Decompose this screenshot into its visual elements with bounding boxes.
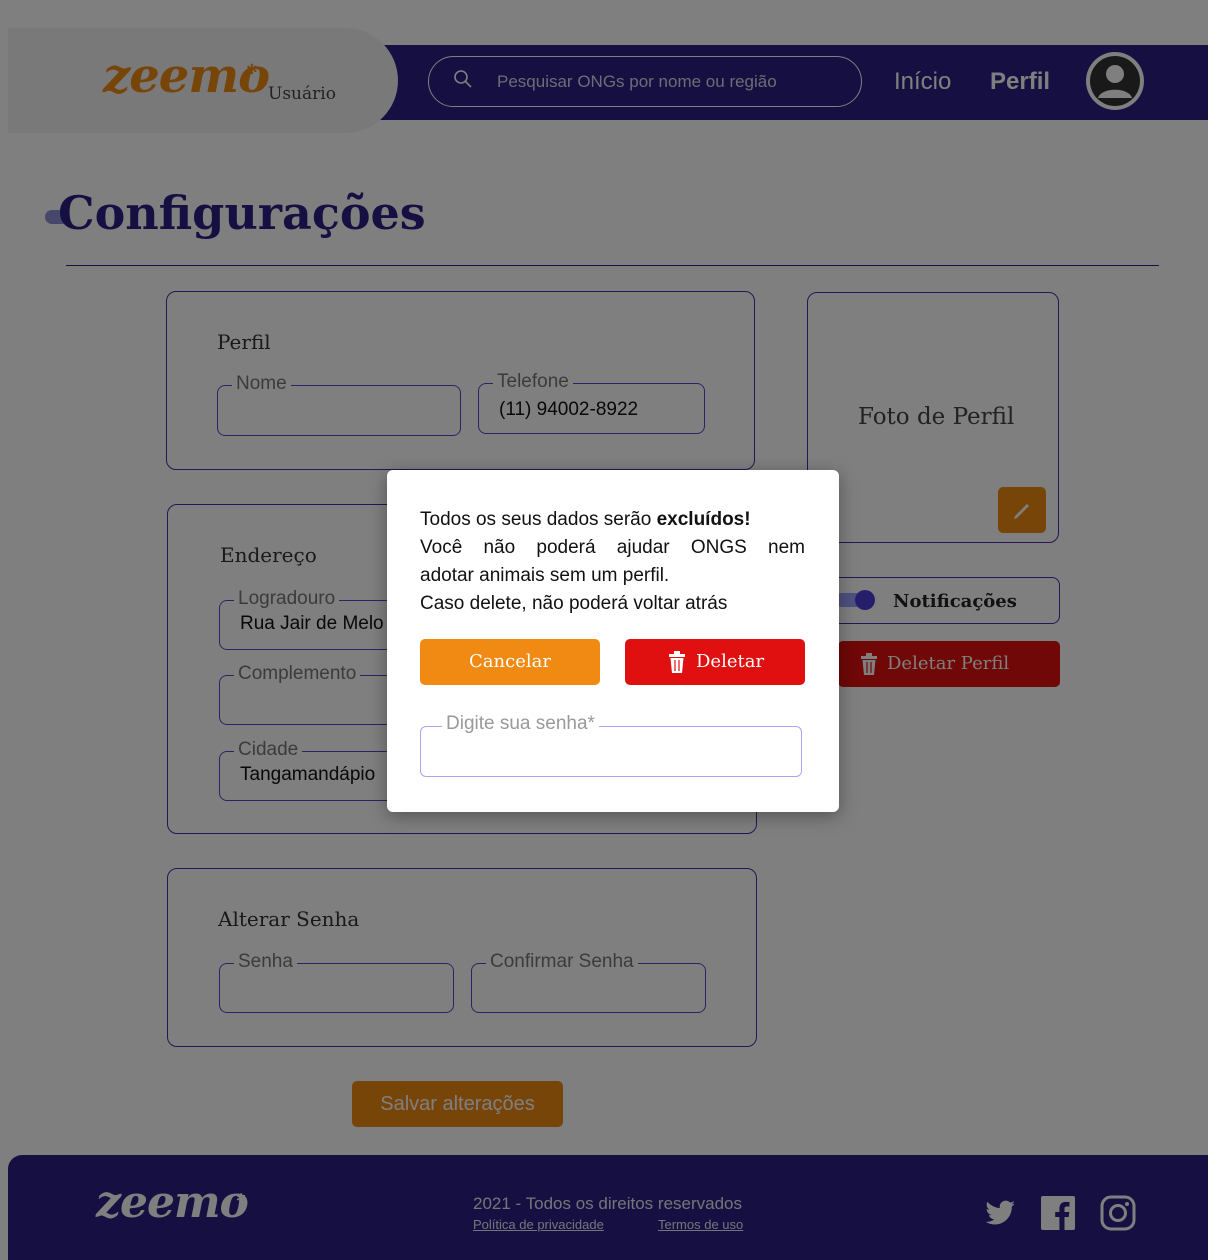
confirm-password-input[interactable]: Digite sua senha* — [420, 713, 802, 777]
warning-line-4: Caso delete, não poderá voltar atrás — [420, 593, 728, 614]
warning-line-1: Todos os seus dados serão excluídos! — [420, 506, 805, 534]
warning-emphasis: excluídos! — [656, 509, 751, 530]
confirm-delete-label: Deletar — [696, 651, 765, 672]
warning-message: Todos os seus dados serão excluídos! Voc… — [420, 506, 805, 618]
delete-confirmation-dialog: Todos os seus dados serão excluídos! Voc… — [387, 470, 839, 812]
warning-line-1-text: Todos os seus dados serão — [420, 509, 657, 530]
cancel-button[interactable]: Cancelar — [420, 639, 600, 685]
confirm-password-placeholder: Digite sua senha* — [442, 713, 599, 735]
confirm-delete-button[interactable]: Deletar — [625, 639, 805, 685]
trash-icon — [669, 651, 685, 673]
warning-line-3: adotar animais sem um perfil. — [420, 565, 670, 586]
warning-line-2: Você não poderá ajudar ONGS nem — [420, 537, 805, 558]
